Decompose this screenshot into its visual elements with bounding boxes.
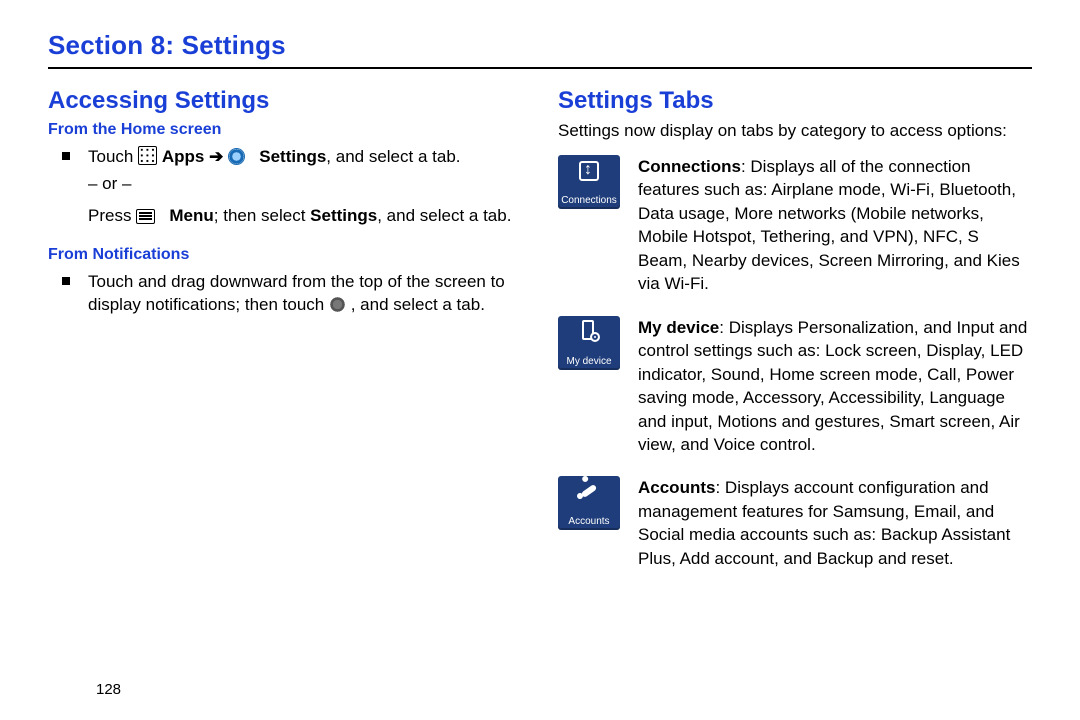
- settings-gear-icon: [228, 148, 245, 165]
- from-notifications-heading: From Notifications: [48, 246, 522, 264]
- section-title: Section 8: Settings: [48, 30, 1032, 61]
- accounts-badge: Accounts: [558, 476, 620, 530]
- text: Touch: [88, 147, 138, 166]
- menu-icon: [136, 209, 155, 224]
- apps-label: Apps: [162, 147, 205, 166]
- tab-title: My device: [638, 318, 719, 337]
- settings-label: Settings: [259, 147, 326, 166]
- tab-text: : Displays all of the connection feature…: [638, 157, 1020, 293]
- or-divider: – or –: [48, 174, 522, 194]
- accounts-key-icon: [575, 480, 603, 506]
- notifications-list: Touch and drag downward from the top of …: [48, 270, 522, 317]
- tab-row-connections: Connections Connections: Displays all of…: [558, 155, 1032, 296]
- list-item: Touch Apps ➔ Settings, and select a tab.: [48, 145, 522, 168]
- text: Press: [88, 206, 136, 225]
- connections-badge: Connections: [558, 155, 620, 209]
- my-device-badge: My device: [558, 316, 620, 370]
- badge-label: Connections: [558, 196, 620, 206]
- page-number: 128: [96, 681, 121, 698]
- two-column-layout: Accessing Settings From the Home screen …: [48, 83, 1032, 570]
- my-device-description: My device: Displays Personalization, and…: [638, 316, 1032, 457]
- menu-label: Menu: [169, 206, 213, 225]
- settings-tabs-heading: Settings Tabs: [558, 87, 1032, 115]
- tab-title: Connections: [638, 157, 741, 176]
- from-home-screen-heading: From the Home screen: [48, 121, 522, 139]
- apps-grid-icon: [138, 146, 157, 165]
- connections-icon: [575, 159, 603, 185]
- text: , and select a tab.: [326, 147, 460, 166]
- notification-gear-icon: [329, 296, 346, 313]
- tab-row-my-device: My device My device: Displays Personaliz…: [558, 316, 1032, 457]
- accessing-settings-heading: Accessing Settings: [48, 87, 522, 115]
- badge-label: My device: [558, 357, 620, 367]
- text: ; then select: [214, 206, 310, 225]
- tab-title: Accounts: [638, 478, 715, 497]
- title-rule: [48, 67, 1032, 69]
- connections-description: Connections: Displays all of the connect…: [638, 155, 1032, 296]
- text: , and select a tab.: [377, 206, 511, 225]
- settings-label: Settings: [310, 206, 377, 225]
- badge-label: Accounts: [558, 517, 620, 527]
- settings-tabs-intro: Settings now display on tabs by category…: [558, 121, 1032, 141]
- press-menu-line: Press Menu; then select Settings, and se…: [48, 204, 522, 227]
- accounts-description: Accounts: Displays account configuration…: [638, 476, 1032, 570]
- list-item: Touch and drag downward from the top of …: [48, 270, 522, 317]
- right-column: Settings Tabs Settings now display on ta…: [558, 83, 1032, 570]
- my-device-icon: [575, 320, 603, 346]
- arrow-icon: ➔: [209, 147, 228, 166]
- tab-text: : Displays Personalization, and Input an…: [638, 318, 1027, 454]
- home-screen-list: Touch Apps ➔ Settings, and select a tab.: [48, 145, 522, 168]
- tab-row-accounts: Accounts Accounts: Displays account conf…: [558, 476, 1032, 570]
- settings-tabs-list: Connections Connections: Displays all of…: [558, 155, 1032, 570]
- text: , and select a tab.: [351, 295, 485, 314]
- left-column: Accessing Settings From the Home screen …: [48, 83, 522, 570]
